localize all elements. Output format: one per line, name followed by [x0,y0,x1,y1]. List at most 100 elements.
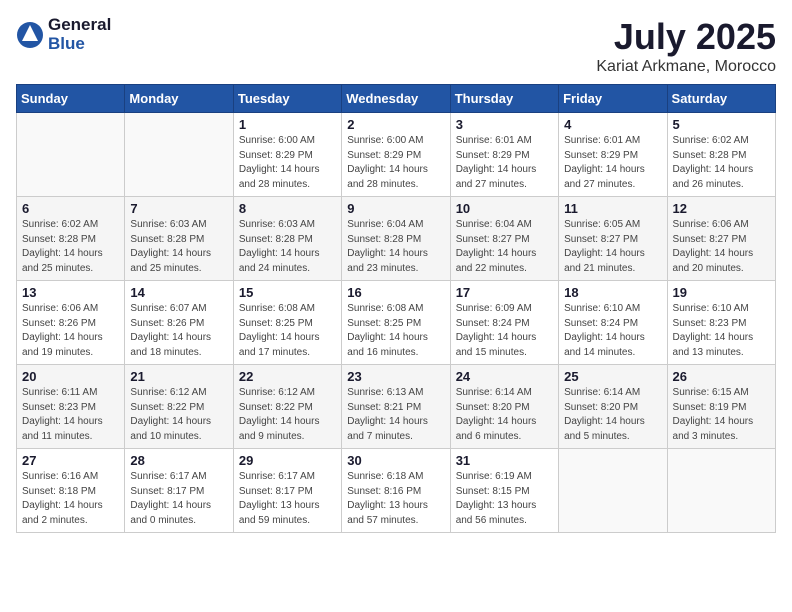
calendar-cell: 31 Sunrise: 6:19 AMSunset: 8:15 PMDayligh… [450,449,558,533]
day-number: 26 [673,369,770,384]
day-info: Sunrise: 6:00 AMSunset: 8:29 PMDaylight:… [347,134,444,192]
logo: General Blue [16,16,111,53]
day-info: Sunrise: 6:07 AMSunset: 8:26 PMDaylight:… [130,302,227,360]
calendar-cell: 2 Sunrise: 6:00 AMSunset: 8:29 PMDaylight… [342,113,450,197]
day-info: Sunrise: 6:08 AMSunset: 8:25 PMDaylight:… [239,302,336,360]
day-number: 17 [456,285,553,300]
day-info: Sunrise: 6:18 AMSunset: 8:16 PMDaylight:… [347,470,444,528]
day-number: 13 [22,285,119,300]
calendar-cell: 7 Sunrise: 6:03 AMSunset: 8:28 PMDaylight… [125,197,233,281]
location-title: Kariat Arkmane, Morocco [596,58,776,76]
weekday-header: Wednesday [342,85,450,113]
day-info: Sunrise: 6:14 AMSunset: 8:20 PMDaylight:… [456,386,553,444]
day-info: Sunrise: 6:03 AMSunset: 8:28 PMDaylight:… [130,218,227,276]
calendar-cell [667,449,775,533]
calendar-cell: 13 Sunrise: 6:06 AMSunset: 8:26 PMDayligh… [17,281,125,365]
day-number: 4 [564,117,661,132]
day-number: 5 [673,117,770,132]
day-info: Sunrise: 6:04 AMSunset: 8:28 PMDaylight:… [347,218,444,276]
day-info: Sunrise: 6:01 AMSunset: 8:29 PMDaylight:… [456,134,553,192]
day-number: 9 [347,201,444,216]
logo-blue: Blue [48,34,85,53]
weekday-header: Friday [559,85,667,113]
logo-general: General [48,15,111,34]
calendar-cell: 23Sunrise: 6:13 AMSunset: 8:21 PMDayligh… [342,365,450,449]
calendar-cell [559,449,667,533]
logo-icon [16,21,44,49]
day-info: Sunrise: 6:19 AMSunset: 8:15 PMDaylight:… [456,470,553,528]
day-number: 16 [347,285,444,300]
calendar-cell: 17 Sunrise: 6:09 AMSunset: 8:24 PMDayligh… [450,281,558,365]
day-info: Sunrise: 6:12 AMSunset: 8:22 PMDaylight:… [239,386,336,444]
logo-text: General Blue [48,16,111,53]
day-number: 18 [564,285,661,300]
day-number: 23 [347,369,444,384]
day-info: Sunrise: 6:16 AMSunset: 8:18 PMDaylight:… [22,470,119,528]
day-number: 7 [130,201,227,216]
day-info: Sunrise: 6:12 AMSunset: 8:22 PMDaylight:… [130,386,227,444]
day-number: 11 [564,201,661,216]
calendar-week-row: 13 Sunrise: 6:06 AMSunset: 8:26 PMDayligh… [17,281,776,365]
calendar-cell: 21Sunrise: 6:12 AMSunset: 8:22 PMDayligh… [125,365,233,449]
day-number: 6 [22,201,119,216]
weekday-header: Tuesday [233,85,341,113]
calendar-cell: 30 Sunrise: 6:18 AMSunset: 8:16 PMDayligh… [342,449,450,533]
calendar-week-row: 27 Sunrise: 6:16 AMSunset: 8:18 PMDayligh… [17,449,776,533]
day-info: Sunrise: 6:17 AMSunset: 8:17 PMDaylight:… [130,470,227,528]
day-number: 14 [130,285,227,300]
calendar-cell: 1Sunrise: 6:00 AMSunset: 8:29 PMDaylight… [233,113,341,197]
calendar-cell [17,113,125,197]
calendar-week-row: 20Sunrise: 6:11 AMSunset: 8:23 PMDayligh… [17,365,776,449]
calendar-cell: 18 Sunrise: 6:10 AMSunset: 8:24 PMDayligh… [559,281,667,365]
day-info: Sunrise: 6:09 AMSunset: 8:24 PMDaylight:… [456,302,553,360]
day-number: 27 [22,453,119,468]
day-number: 15 [239,285,336,300]
day-number: 10 [456,201,553,216]
day-info: Sunrise: 6:06 AMSunset: 8:26 PMDaylight:… [22,302,119,360]
day-info: Sunrise: 6:01 AMSunset: 8:29 PMDaylight:… [564,134,661,192]
calendar-cell: 28 Sunrise: 6:17 AMSunset: 8:17 PMDayligh… [125,449,233,533]
day-info: Sunrise: 6:04 AMSunset: 8:27 PMDaylight:… [456,218,553,276]
day-number: 25 [564,369,661,384]
calendar-cell: 22Sunrise: 6:12 AMSunset: 8:22 PMDayligh… [233,365,341,449]
day-info: Sunrise: 6:08 AMSunset: 8:25 PMDaylight:… [347,302,444,360]
day-info: Sunrise: 6:05 AMSunset: 8:27 PMDaylight:… [564,218,661,276]
calendar-cell: 8Sunrise: 6:03 AMSunset: 8:28 PMDaylight… [233,197,341,281]
title-area: July 2025 Kariat Arkmane, Morocco [596,16,776,76]
calendar-cell: 20Sunrise: 6:11 AMSunset: 8:23 PMDayligh… [17,365,125,449]
day-number: 28 [130,453,227,468]
calendar-cell: 14 Sunrise: 6:07 AMSunset: 8:26 PMDayligh… [125,281,233,365]
day-info: Sunrise: 6:10 AMSunset: 8:23 PMDaylight:… [673,302,770,360]
day-number: 20 [22,369,119,384]
day-number: 8 [239,201,336,216]
day-info: Sunrise: 6:17 AMSunset: 8:17 PMDaylight:… [239,470,336,528]
weekday-header: Thursday [450,85,558,113]
weekday-header: Monday [125,85,233,113]
weekday-header: Saturday [667,85,775,113]
day-info: Sunrise: 6:10 AMSunset: 8:24 PMDaylight:… [564,302,661,360]
calendar-cell: 29Sunrise: 6:17 AMSunset: 8:17 PMDayligh… [233,449,341,533]
calendar-cell: 6 Sunrise: 6:02 AMSunset: 8:28 PMDaylight… [17,197,125,281]
calendar-cell: 9 Sunrise: 6:04 AMSunset: 8:28 PMDaylight… [342,197,450,281]
day-number: 2 [347,117,444,132]
day-info: Sunrise: 6:02 AMSunset: 8:28 PMDaylight:… [22,218,119,276]
day-number: 12 [673,201,770,216]
day-number: 30 [347,453,444,468]
calendar-cell: 11 Sunrise: 6:05 AMSunset: 8:27 PMDayligh… [559,197,667,281]
day-info: Sunrise: 6:00 AMSunset: 8:29 PMDaylight:… [239,134,336,192]
day-info: Sunrise: 6:06 AMSunset: 8:27 PMDaylight:… [673,218,770,276]
calendar-cell: 19Sunrise: 6:10 AMSunset: 8:23 PMDayligh… [667,281,775,365]
calendar-cell: 26Sunrise: 6:15 AMSunset: 8:19 PMDayligh… [667,365,775,449]
calendar-cell: 27 Sunrise: 6:16 AMSunset: 8:18 PMDayligh… [17,449,125,533]
weekday-header: Sunday [17,85,125,113]
calendar: SundayMondayTuesdayWednesdayThursdayFrid… [16,84,776,533]
calendar-cell: 15 Sunrise: 6:08 AMSunset: 8:25 PMDayligh… [233,281,341,365]
calendar-cell: 10 Sunrise: 6:04 AMSunset: 8:27 PMDayligh… [450,197,558,281]
day-number: 31 [456,453,553,468]
day-number: 3 [456,117,553,132]
month-title: July 2025 [596,16,776,58]
day-info: Sunrise: 6:14 AMSunset: 8:20 PMDaylight:… [564,386,661,444]
header: General Blue July 2025 Kariat Arkmane, M… [16,16,776,76]
calendar-week-row: 1Sunrise: 6:00 AMSunset: 8:29 PMDaylight… [17,113,776,197]
day-number: 24 [456,369,553,384]
